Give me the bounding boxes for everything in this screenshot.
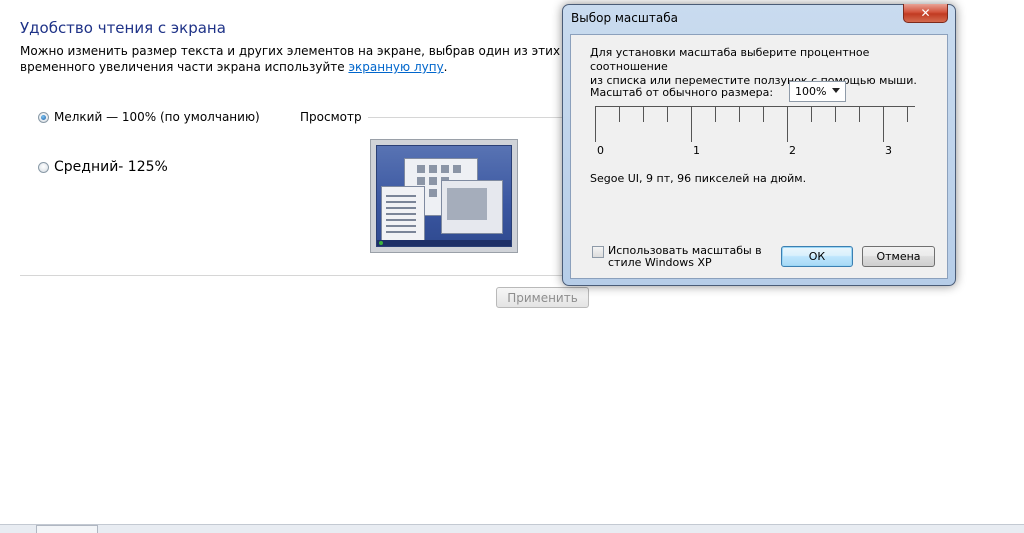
close-icon: ✕ xyxy=(920,6,931,20)
dialog-title: Выбор масштаба xyxy=(571,11,678,25)
ok-button[interactable]: ОК xyxy=(781,246,853,267)
radio-unselected-icon[interactable] xyxy=(38,161,49,173)
preview-divider xyxy=(368,117,564,118)
ruler-number: 1 xyxy=(693,144,700,157)
dialog-instructions: Для установки масштаба выберите процентн… xyxy=(590,46,930,88)
dialog-body: Для установки масштаба выберите процентн… xyxy=(570,34,948,279)
dialog-close-button[interactable]: ✕ xyxy=(903,4,948,23)
cancel-button[interactable]: Отмена xyxy=(862,246,935,267)
option-small-radio[interactable]: Мелкий — 100% (по умолчанию) xyxy=(38,110,260,124)
ruler-tick xyxy=(835,106,836,122)
description-line-2: временного увеличения части экрана испол… xyxy=(20,59,580,75)
description-line-1: Можно изменить размер текста и других эл… xyxy=(20,44,657,58)
preview-taskbar xyxy=(377,240,511,246)
magnifier-link[interactable]: экранную лупу xyxy=(348,60,443,74)
scale-label: Масштаб от обычного размера: xyxy=(590,86,774,99)
option-medium-radio[interactable]: Средний- 125% xyxy=(38,159,168,175)
ruler-tick xyxy=(619,106,620,122)
ruler-tick xyxy=(667,106,668,122)
option-medium-label: Средний- 125% xyxy=(54,159,168,175)
ruler-tick xyxy=(691,106,692,142)
ruler-tick xyxy=(859,106,860,122)
page-description: Можно изменить размер текста и других эл… xyxy=(20,43,657,75)
ruler-number: 2 xyxy=(789,144,796,157)
xp-scaling-label: Использовать масштабы в стиле Windows XP xyxy=(608,245,768,269)
scale-value: 100% xyxy=(795,85,827,98)
scale-dialog: Выбор масштаба ✕ Для установки масштаба … xyxy=(562,4,956,286)
ruler-tick xyxy=(643,106,644,122)
ruler-number: 3 xyxy=(885,144,892,157)
ruler-number: 0 xyxy=(597,144,604,157)
checkbox-unchecked-icon[interactable] xyxy=(592,246,604,258)
section-divider xyxy=(20,275,590,276)
preview-window-image xyxy=(441,180,503,234)
page-title: Удобство чтения с экрана xyxy=(20,19,226,37)
apply-button[interactable]: Применить xyxy=(496,287,589,308)
font-info-text: Segoe UI, 9 пт, 96 пикселей на дюйм. xyxy=(590,172,807,185)
xp-scaling-label-line-2: стиле Windows XP xyxy=(608,256,712,269)
preview-label: Просмотр xyxy=(300,110,362,124)
ruler-tick xyxy=(907,106,908,122)
description-suffix: . xyxy=(443,60,448,74)
preview-monitor-image xyxy=(370,139,518,253)
preview-window-list xyxy=(381,186,425,244)
scale-ruler[interactable]: 0 1 2 3 xyxy=(595,106,915,157)
scale-dropdown[interactable]: 100% xyxy=(789,81,846,102)
ruler-tick xyxy=(883,106,884,142)
xp-scaling-checkbox[interactable]: Использовать масштабы в стиле Windows XP xyxy=(592,245,768,269)
ruler-tick xyxy=(763,106,764,122)
dialog-instructions-line-1: Для установки масштаба выберите процентн… xyxy=(590,46,870,73)
radio-selected-icon[interactable] xyxy=(38,111,49,123)
ruler-tick xyxy=(811,106,812,122)
ruler-tick xyxy=(595,106,596,142)
description-prefix: временного увеличения части экрана испол… xyxy=(20,60,349,74)
ruler-tick xyxy=(787,106,788,142)
ruler-tick xyxy=(739,106,740,122)
chevron-down-icon xyxy=(832,88,840,93)
option-small-label: Мелкий — 100% (по умолчанию) xyxy=(54,110,260,124)
ruler-tick xyxy=(715,106,716,122)
preview-screen xyxy=(376,145,512,247)
